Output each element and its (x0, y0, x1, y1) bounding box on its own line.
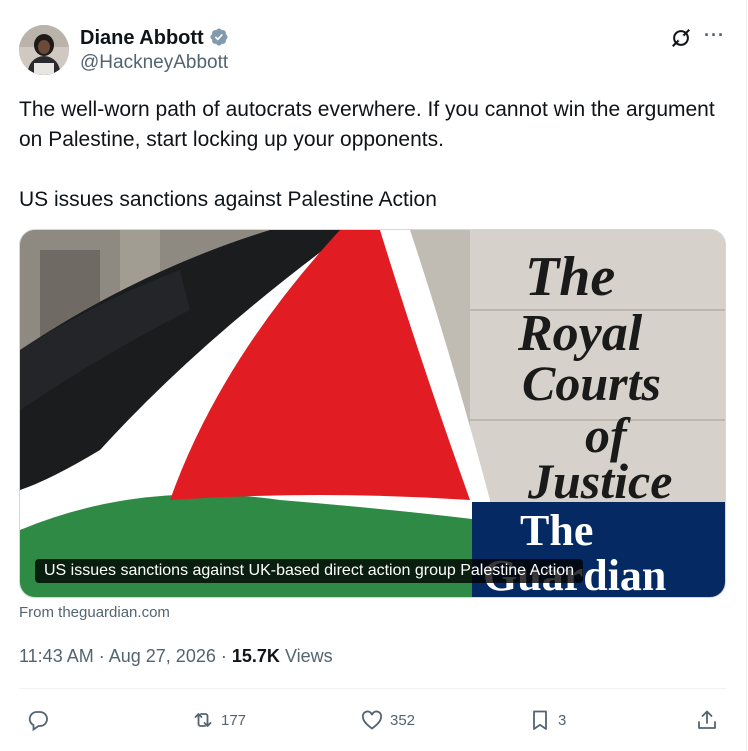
card-caption: US issues sanctions against UK-based dir… (35, 559, 584, 583)
bookmark-count: 3 (558, 711, 567, 729)
like-icon (361, 710, 383, 730)
like-button[interactable]: 352 (360, 707, 415, 733)
tweet-date[interactable]: Aug 27, 2026 (109, 646, 216, 666)
tweet-time[interactable]: 11:43 AM (19, 646, 94, 666)
grok-icon[interactable] (670, 27, 692, 49)
avatar[interactable] (19, 25, 69, 75)
card-image: The Royal Courts of Justice The Guardian (20, 230, 725, 597)
sign-line: Royal (517, 305, 643, 362)
views-label: Views (284, 646, 333, 666)
author-handle[interactable]: @HackneyAbbott (80, 52, 228, 74)
reply-icon (28, 711, 48, 732)
sign-line: The (525, 246, 615, 308)
sign-line: Courts (522, 355, 661, 411)
reply-button[interactable] (26, 707, 56, 733)
author-name[interactable]: Diane Abbott (80, 27, 229, 53)
card-source[interactable]: From theguardian.com (19, 604, 170, 621)
share-button[interactable] (695, 707, 719, 733)
divider (19, 688, 727, 689)
tweet-container: Diane Abbott @HackneyAbbott ··· The well… (0, 0, 747, 751)
meta-separator: · (98, 646, 105, 666)
meta-separator: · (220, 646, 227, 666)
more-icon[interactable]: ··· (704, 25, 725, 46)
tweet-meta: 11:43 AM · Aug 27, 2026 · 15.7K Views (19, 646, 333, 667)
retweet-icon (194, 713, 212, 727)
retweet-count: 177 (221, 711, 247, 729)
tweet-paragraph: The well-worn path of autocrats everwher… (19, 98, 715, 151)
views-count: 15.7K (231, 646, 280, 666)
author-name-text[interactable]: Diane Abbott (80, 27, 204, 49)
bookmark-icon (533, 710, 547, 730)
bookmark-button[interactable]: 3 (528, 707, 566, 733)
tweet-paragraph: US issues sanctions against Palestine Ac… (19, 188, 437, 211)
retweet-button[interactable]: 177 (191, 707, 246, 733)
tweet-text: The well-worn path of autocrats everwher… (19, 95, 719, 215)
like-count: 352 (390, 711, 416, 729)
share-icon (698, 710, 716, 729)
verified-badge-icon (209, 27, 229, 53)
link-card[interactable]: The Royal Courts of Justice The Guardian… (19, 229, 726, 598)
logo-line: The (520, 506, 593, 555)
sign-line: Justice (527, 453, 672, 509)
